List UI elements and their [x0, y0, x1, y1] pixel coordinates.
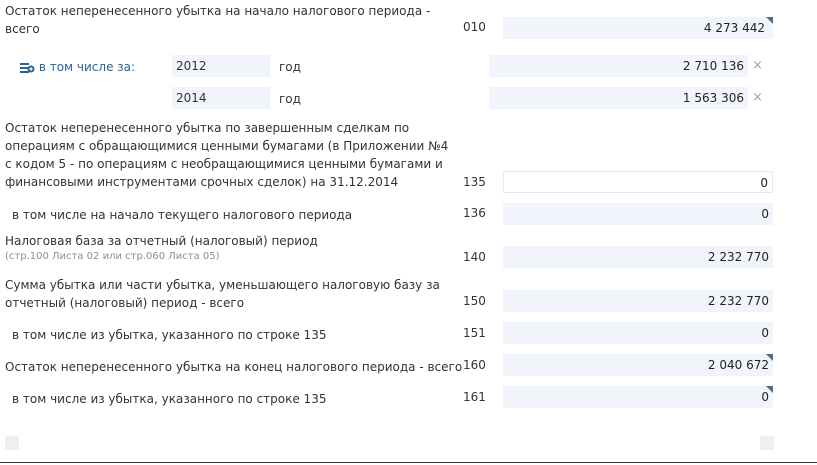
- row-161-value-field[interactable]: 0: [503, 386, 773, 408]
- year-unit-label: год: [279, 92, 301, 106]
- formula-marker-icon: [766, 386, 773, 393]
- year-input-2014[interactable]: 2014: [172, 87, 270, 109]
- row-010-code: 010: [463, 20, 486, 34]
- year-input-2012[interactable]: 2012: [172, 55, 270, 77]
- year-2014-value: 1 563 306: [682, 91, 744, 105]
- formula-marker-icon: [766, 17, 773, 24]
- year-2014-value-field[interactable]: 1 563 306: [489, 87, 748, 109]
- row-160-value: 2 040 672: [707, 358, 769, 372]
- row-150-value: 2 232 770: [707, 294, 769, 308]
- row-135-label: Остаток неперенесенного убытка по заверш…: [5, 119, 448, 191]
- close-icon[interactable]: ×: [752, 90, 763, 105]
- row-136-value-field[interactable]: 0: [503, 203, 773, 225]
- row-150-label-line2: отчетный (налоговый) период - всего: [5, 296, 245, 310]
- scroll-left-button[interactable]: [5, 436, 19, 450]
- row-140-value-field[interactable]: 2 232 770: [503, 246, 773, 268]
- row-135-label-line1: Остаток неперенесенного убытка по заверш…: [5, 121, 410, 135]
- row-150-code: 150: [463, 294, 486, 308]
- year-unit-label: год: [279, 60, 301, 74]
- row-161-code: 161: [463, 390, 486, 404]
- row-150-value-field[interactable]: 2 232 770: [503, 290, 773, 312]
- row-160-label: Остаток неперенесенного убытка на конец …: [5, 360, 463, 374]
- row-010-label: Остаток неперенесенного убытка на начало…: [5, 2, 430, 38]
- row-136-label: в том числе на начало текущего налоговог…: [12, 208, 353, 222]
- row-135-value: 0: [760, 176, 768, 190]
- row-151-value-field[interactable]: 0: [503, 322, 773, 344]
- year-2012-value-field[interactable]: 2 710 136: [489, 55, 748, 77]
- in-total-for-label: в том числе за:: [38, 60, 136, 74]
- row-160-code: 160: [463, 358, 486, 372]
- row-150-label: Сумма убытка или части убытка, уменьшающ…: [5, 276, 440, 312]
- row-010-label-line1: Остаток неперенесенного убытка на начало…: [5, 4, 431, 18]
- row-151-value: 0: [761, 326, 769, 340]
- row-151-code: 151: [463, 326, 486, 340]
- row-151-label: в том числе из убытка, указанного по стр…: [12, 328, 327, 342]
- row-136-value: 0: [761, 207, 769, 221]
- row-135-value-field[interactable]: 0: [503, 171, 773, 193]
- row-150-label-line1: Сумма убытка или части убытка, уменьшающ…: [5, 278, 440, 292]
- row-161-label: в том числе из убытка, указанного по стр…: [12, 392, 327, 406]
- add-rows-icon: [20, 62, 35, 74]
- row-140-code: 140: [463, 250, 486, 264]
- row-010-label-line2: всего: [5, 22, 40, 36]
- scroll-right-button[interactable]: [760, 436, 774, 450]
- row-135-label-line3: с кодом 5 - по операциям с необращающими…: [5, 157, 443, 171]
- bottom-divider: [0, 462, 817, 463]
- row-135-code: 135: [463, 175, 486, 189]
- row-140-hint: (стр.100 Листа 02 или стр.060 Листа 05): [5, 251, 220, 262]
- formula-marker-icon: [766, 354, 773, 361]
- in-total-for-link[interactable]: в том числе за:: [20, 59, 135, 75]
- close-icon[interactable]: ×: [752, 58, 763, 73]
- row-160-value-field[interactable]: 2 040 672: [503, 354, 773, 376]
- row-140-label: Налоговая база за отчетный (налоговый) п…: [5, 234, 318, 248]
- row-010-value: 4 273 442: [703, 21, 765, 35]
- row-140-value: 2 232 770: [707, 250, 769, 264]
- row-135-label-line2: операциям с обращающимися ценными бумага…: [5, 139, 449, 153]
- row-010-value-field[interactable]: 4 273 442: [503, 17, 773, 39]
- row-135-label-line4: финансовыми инструментами срочных сделок…: [5, 175, 399, 189]
- year-2012-value: 2 710 136: [682, 59, 744, 73]
- row-136-code: 136: [463, 206, 486, 220]
